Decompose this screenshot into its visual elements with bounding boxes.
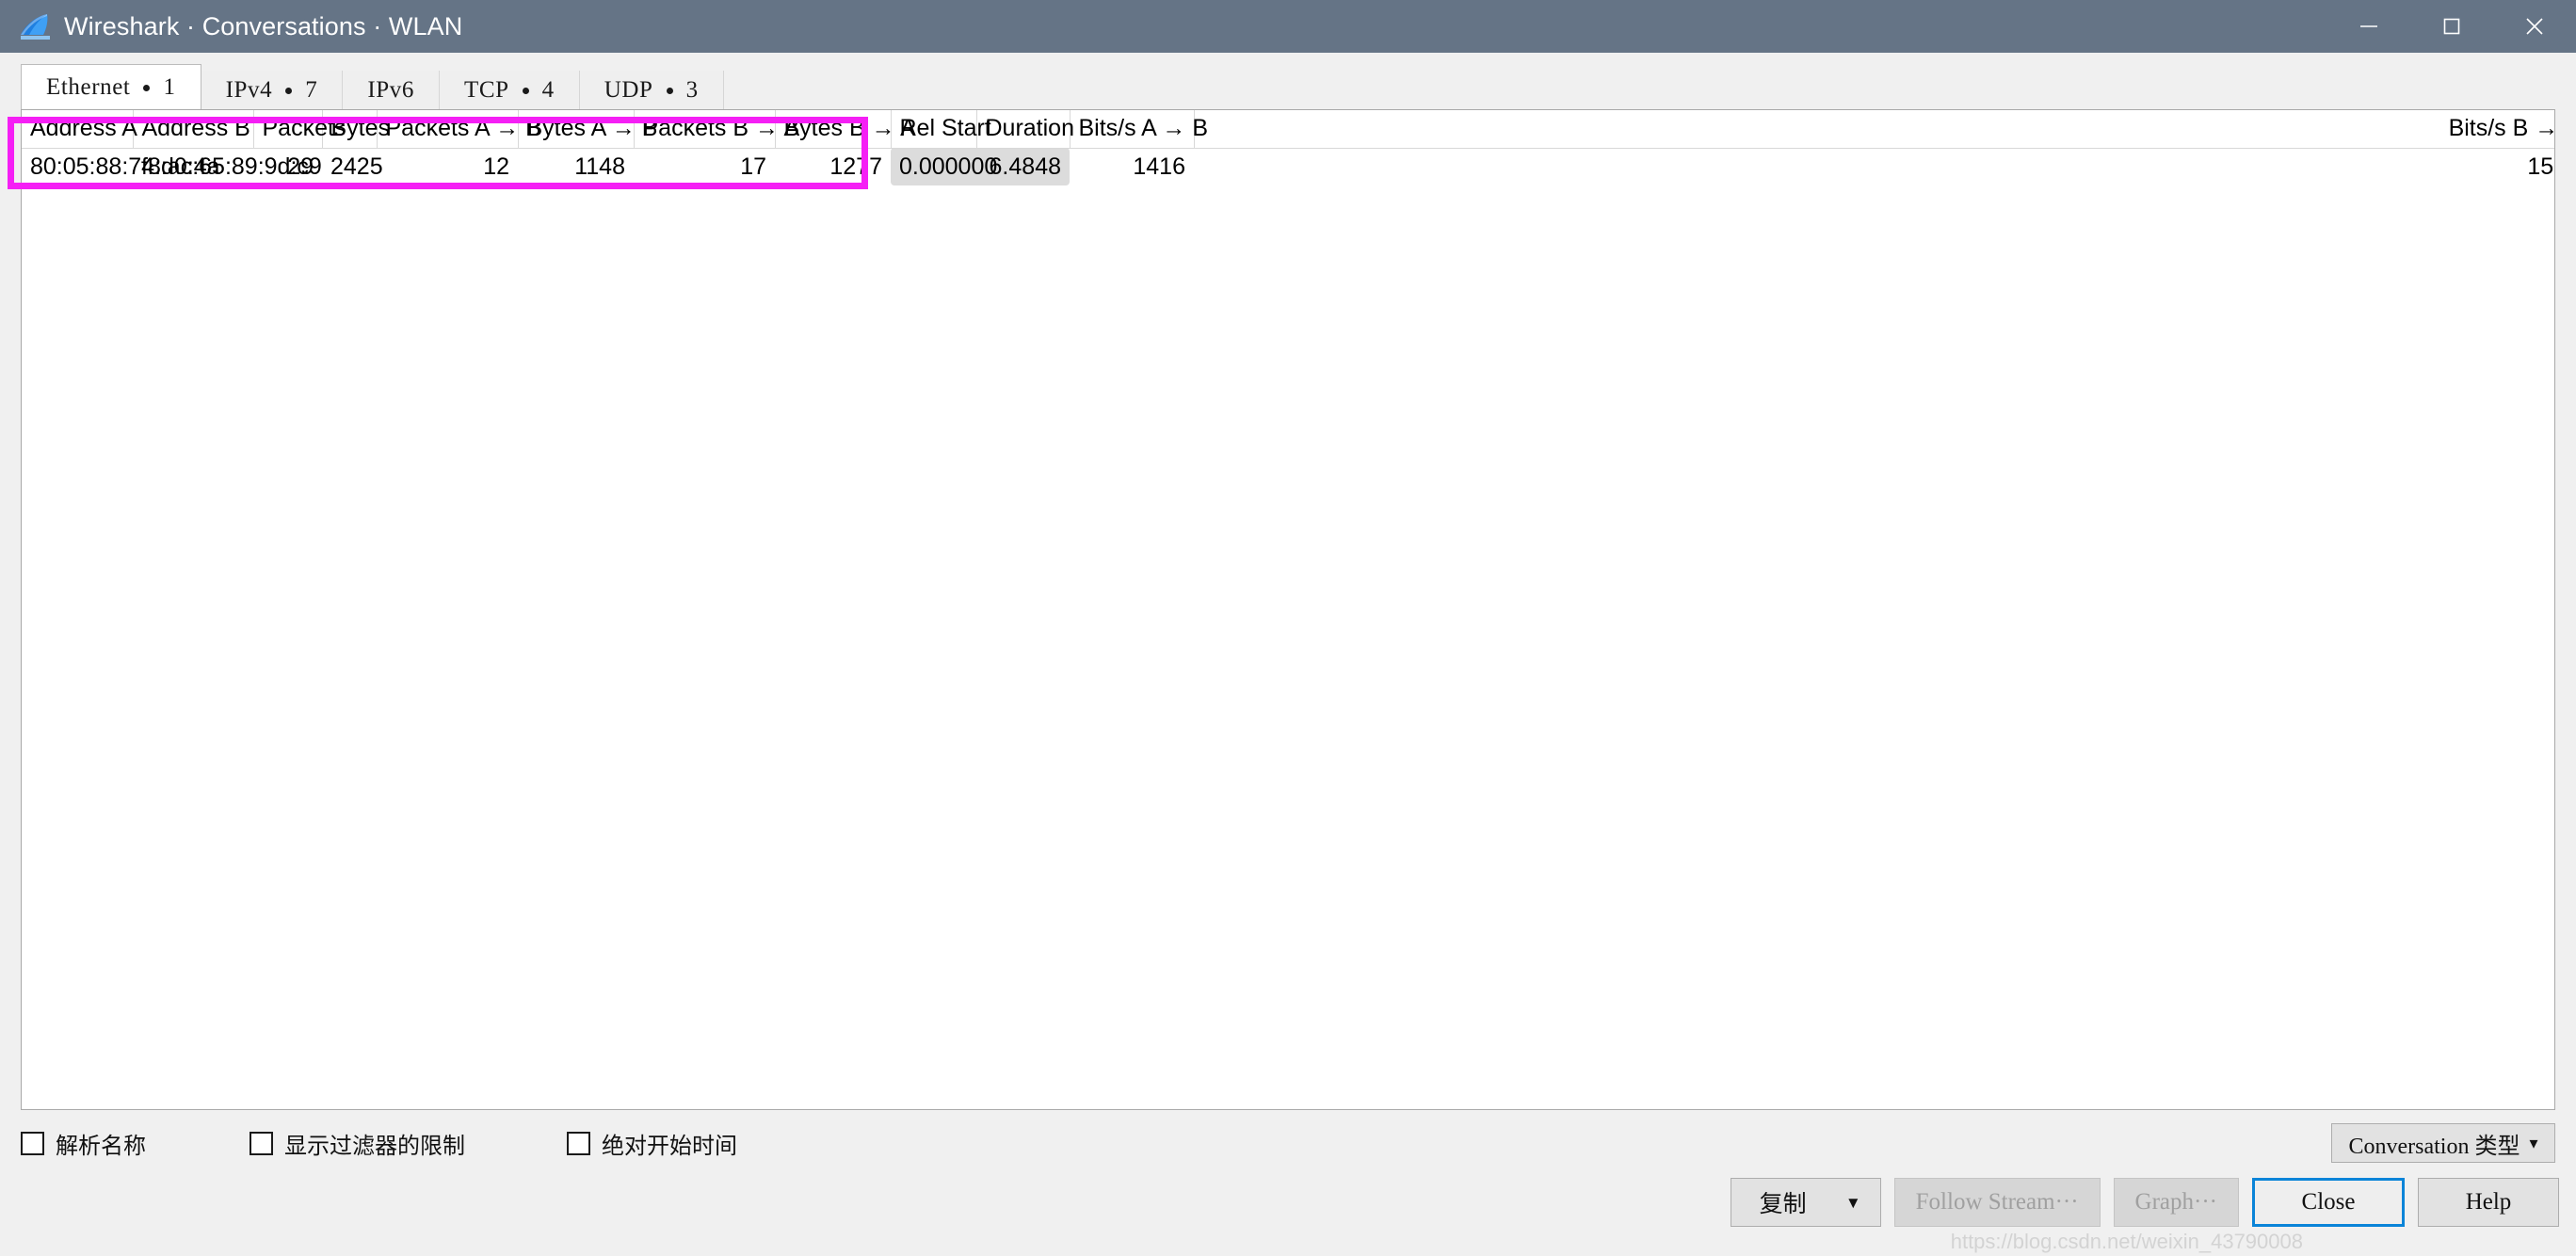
checkbox-box-icon[interactable] bbox=[567, 1131, 590, 1155]
tab-count: 1 bbox=[163, 73, 176, 100]
tab-count: 3 bbox=[685, 76, 699, 103]
column-header-bits-s-b-a[interactable]: Bits/s B → A bbox=[1194, 110, 2554, 149]
close-icon[interactable] bbox=[2493, 0, 2576, 53]
tab-ipv6[interactable]: IPv6 bbox=[343, 71, 440, 109]
tab-label: IPv6 bbox=[367, 76, 414, 103]
column-header-packets-a-b[interactable]: Packets A → B bbox=[377, 110, 541, 149]
graph-button: Graph··· bbox=[2113, 1178, 2239, 1227]
column-header-bytes-a-b[interactable]: Bytes A → B bbox=[518, 110, 657, 149]
tab-dot-icon bbox=[285, 88, 293, 94]
graph-button-label: Graph··· bbox=[2134, 1189, 2217, 1215]
table-row[interactable]: 80:05:88:74:d0:4a f8:ac:65:89:9d:c9 29 2… bbox=[22, 148, 2554, 185]
tab-tcp[interactable]: TCP 4 bbox=[439, 71, 580, 109]
copy-button-label: 复制 bbox=[1759, 1192, 1807, 1217]
wireshark-shark-fin-icon bbox=[19, 12, 51, 40]
checkbox-label: 显示过滤器的限制 bbox=[284, 1133, 465, 1159]
cell-rel-start: 0.000000 bbox=[891, 148, 997, 185]
cell-packets-a-b: 12 bbox=[483, 153, 509, 180]
cell-packets-b-a: 17 bbox=[740, 153, 766, 180]
tab-count: 7 bbox=[305, 76, 318, 103]
options-row: 解析名称 显示过滤器的限制 绝对开始时间 Conversation 类型 ▾ bbox=[0, 1114, 2576, 1172]
column-header-address-a[interactable]: Address A bbox=[22, 110, 137, 149]
checkbox-label: 解析名称 bbox=[56, 1133, 146, 1159]
title-bar: Wireshark · Conversations · WLAN bbox=[0, 0, 2576, 53]
chevron-down-icon: ▾ bbox=[2529, 1134, 2538, 1152]
follow-stream-button-label: Follow Stream··· bbox=[1915, 1189, 2079, 1215]
watermark-text: https://blog.csdn.net/weixin_43790008 bbox=[1950, 1230, 2303, 1253]
tab-dot-icon bbox=[143, 85, 151, 91]
column-header-rel-start[interactable]: Rel Start bbox=[891, 110, 991, 149]
tab-dot-icon bbox=[522, 88, 529, 94]
window-controls bbox=[2327, 0, 2576, 53]
close-button[interactable]: Close bbox=[2252, 1178, 2405, 1227]
column-header-bits-s-a-b[interactable]: Bits/s A → B bbox=[1070, 110, 1208, 149]
window-title: Wireshark · Conversations · WLAN bbox=[64, 11, 463, 40]
cell-bits-s-b-a: 1575 bbox=[2527, 153, 2554, 180]
checkbox-box-icon[interactable] bbox=[21, 1131, 44, 1155]
dialog-footer: 解析名称 显示过滤器的限制 绝对开始时间 Conversation 类型 ▾ 复… bbox=[0, 1114, 2576, 1256]
column-header-packets[interactable]: Packets bbox=[253, 110, 346, 149]
close-button-label: Close bbox=[2301, 1189, 2356, 1215]
checkbox-label: 绝对开始时间 bbox=[602, 1133, 737, 1159]
column-header-packets-b-a[interactable]: Packets B → A bbox=[634, 110, 799, 149]
checkbox-absolute-start-time[interactable]: 绝对开始时间 bbox=[567, 1127, 737, 1160]
cell-bytes: 2425 bbox=[330, 153, 383, 180]
button-row: 复制 ▼ Follow Stream··· Graph··· Close Hel… bbox=[1730, 1178, 2559, 1227]
checkbox-box-icon[interactable] bbox=[250, 1131, 273, 1155]
tab-label: Ethernet bbox=[46, 73, 131, 100]
help-button-label: Help bbox=[2465, 1189, 2512, 1215]
cell-address-b: f8:ac:65:89:9d:c9 bbox=[141, 153, 322, 180]
table-header-row: Address A Address B Packets Bytes Packet… bbox=[22, 110, 2554, 149]
tab-udp[interactable]: UDP 3 bbox=[579, 71, 724, 109]
column-header-bytes-b-a[interactable]: Bytes B → A bbox=[775, 110, 916, 149]
cell-duration: 6.4848 bbox=[976, 148, 1070, 185]
tab-label: IPv4 bbox=[225, 76, 273, 103]
cell-address-a: 80:05:88:74:d0:4a bbox=[30, 153, 220, 180]
conversation-type-label: Conversation 类型 bbox=[2348, 1134, 2520, 1159]
tab-label: UDP bbox=[604, 76, 653, 103]
conversations-table[interactable]: Address A Address B Packets Bytes Packet… bbox=[21, 109, 2555, 1110]
tab-ipv4[interactable]: IPv4 7 bbox=[201, 71, 344, 109]
tab-count: 4 bbox=[541, 76, 555, 103]
maximize-icon[interactable] bbox=[2410, 0, 2493, 53]
minimize-icon[interactable] bbox=[2327, 0, 2410, 53]
tab-bar: Ethernet 1 IPv4 7 IPv6 TCP 4 UDP 3 bbox=[0, 64, 2576, 189]
copy-button[interactable]: 复制 ▼ bbox=[1730, 1178, 1881, 1227]
column-header-address-b[interactable]: Address B bbox=[133, 110, 254, 149]
help-button[interactable]: Help bbox=[2418, 1178, 2559, 1227]
tab-dot-icon bbox=[666, 88, 673, 94]
cell-bytes-a-b: 1148 bbox=[574, 153, 625, 180]
column-header-duration[interactable]: Duration bbox=[976, 110, 1074, 149]
conversation-type-dropdown[interactable]: Conversation 类型 ▾ bbox=[2331, 1123, 2555, 1163]
cell-bits-s-a-b: 1416 bbox=[1133, 153, 1185, 180]
tab-label: TCP bbox=[463, 76, 509, 103]
follow-stream-button: Follow Stream··· bbox=[1893, 1178, 2101, 1227]
checkbox-limit-to-display-filter[interactable]: 显示过滤器的限制 bbox=[250, 1127, 465, 1160]
tab-ethernet[interactable]: Ethernet 1 bbox=[21, 64, 201, 109]
chevron-down-icon: ▼ bbox=[1844, 1193, 1861, 1212]
cell-bytes-b-a: 1277 bbox=[829, 153, 882, 180]
checkbox-resolve-names[interactable]: 解析名称 bbox=[21, 1127, 146, 1160]
